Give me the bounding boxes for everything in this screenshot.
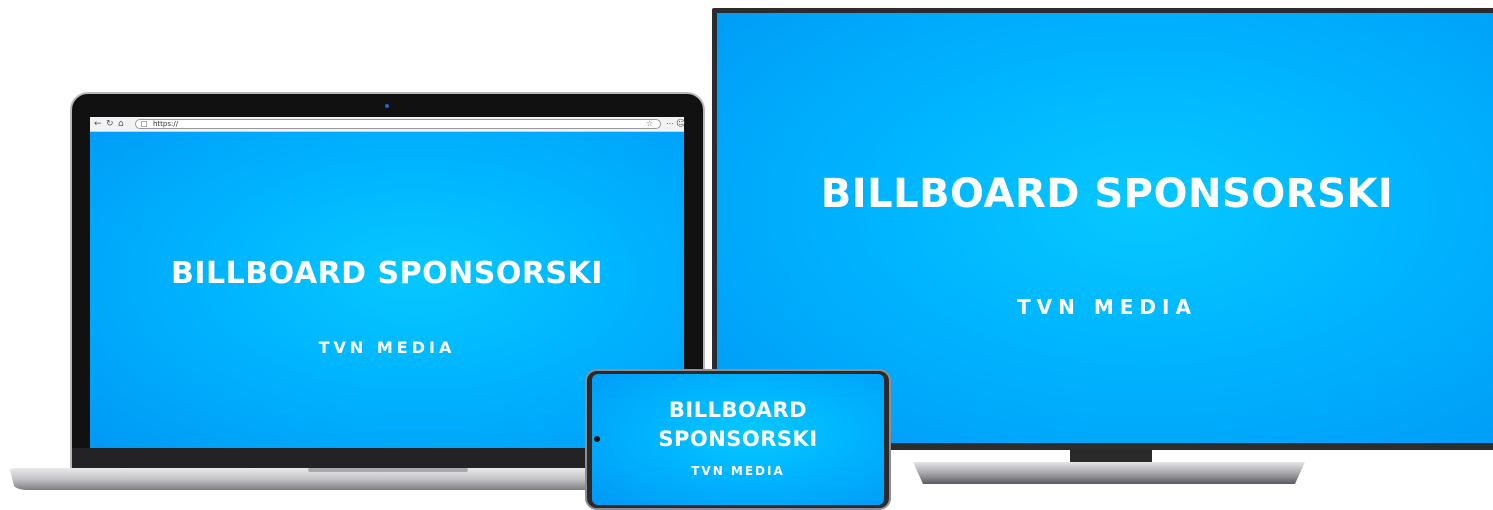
laptop-subtitle: TVN MEDIA — [318, 338, 456, 357]
laptop-title: BILLBOARD SPONSORSKI — [171, 256, 603, 291]
back-arrow-icon[interactable]: ← — [94, 118, 102, 130]
address-bar-url: https:// — [153, 120, 179, 128]
star-icon[interactable]: ☆ — [646, 118, 653, 130]
profile-icon[interactable]: ☺ — [676, 118, 685, 130]
phone-camera — [594, 436, 600, 442]
lock-icon: □ — [141, 120, 148, 128]
tv-stand-base — [905, 460, 1313, 486]
phone-screen: BILLBOARD SPONSORSKI TVN MEDIA — [592, 374, 884, 505]
phone-title-line2: SPONSORSKI — [658, 427, 818, 451]
phone-title-line1: BILLBOARD — [668, 398, 808, 422]
home-icon[interactable]: ⌂ — [118, 118, 124, 130]
more-icon[interactable]: ⋯ — [666, 118, 674, 130]
address-bar[interactable]: □ https:// ☆ — [135, 119, 661, 129]
reload-icon[interactable]: ↻ — [106, 118, 114, 130]
tv-title: BILLBOARD SPONSORSKI — [820, 171, 1394, 217]
laptop-camera — [385, 104, 389, 108]
tv-subtitle: TVN MEDIA — [1017, 295, 1197, 319]
browser-toolbar: ← ↻ ⌂ □ https:// ☆ ⋯ ☺ — [90, 117, 685, 132]
phone-subtitle: TVN MEDIA — [691, 464, 785, 478]
